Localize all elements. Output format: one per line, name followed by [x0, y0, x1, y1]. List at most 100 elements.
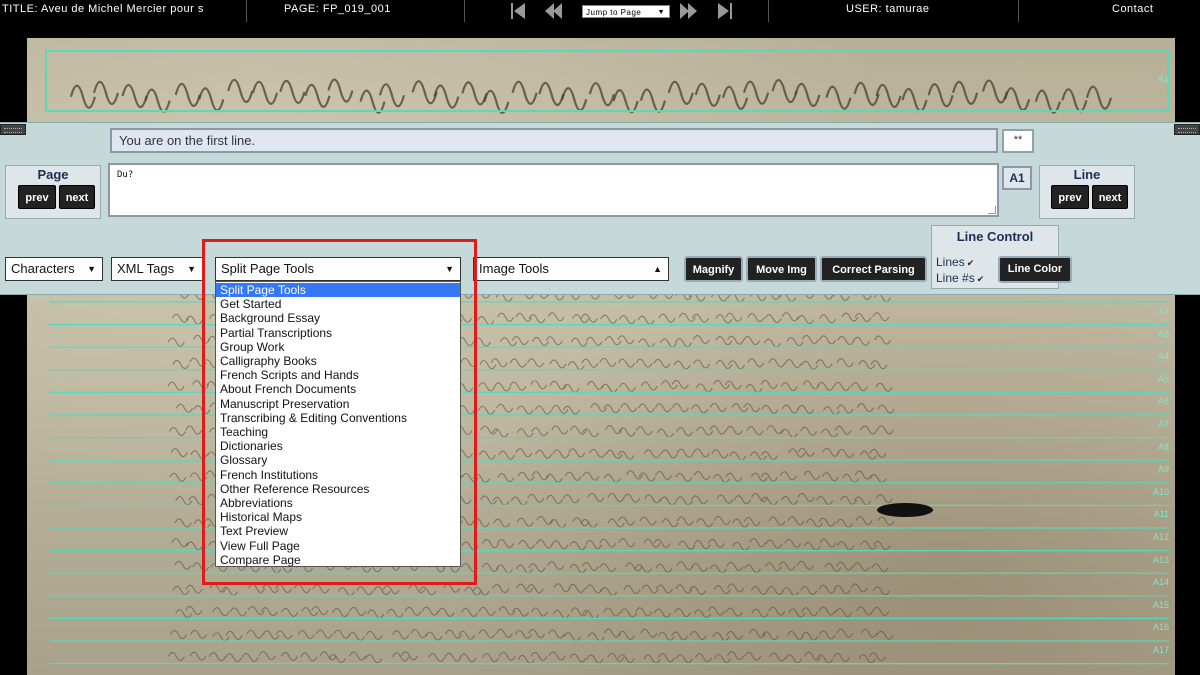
handwriting-stroke — [745, 383, 763, 393]
handwriting-stroke — [854, 496, 871, 506]
dropdown-option[interactable]: Other Reference Resources — [216, 482, 460, 496]
star-button[interactable]: ** — [1002, 129, 1034, 153]
dropdown-option[interactable]: Partial Transcriptions — [216, 326, 460, 340]
checkmark-icon[interactable]: ✔ — [977, 274, 985, 284]
dropdown-option[interactable]: Glossary — [216, 453, 460, 467]
handwriting-stroke — [229, 607, 247, 617]
handwriting-stroke — [747, 313, 765, 323]
handwriting-stroke — [169, 472, 187, 482]
dropdown-option[interactable]: Split Page Tools — [216, 283, 460, 297]
dropdown-option[interactable]: French Scripts and Hands — [216, 368, 460, 382]
handwriting-stroke — [617, 450, 635, 460]
xml-tags-select[interactable]: XML Tags ▼ — [111, 257, 203, 281]
panel-drag-handle-left[interactable] — [0, 124, 26, 135]
jump-to-page-select[interactable]: Jump to Page ▼ — [582, 5, 670, 18]
handwriting-stroke — [514, 629, 532, 639]
image-tools-select[interactable]: Image Tools ▲ — [473, 257, 669, 281]
handwriting-stroke — [660, 338, 678, 348]
dropdown-option[interactable]: Text Preview — [216, 524, 460, 538]
ink-blot — [877, 503, 933, 517]
dropdown-option[interactable]: Background Essay — [216, 311, 460, 325]
dropdown-option[interactable]: Dictionaries — [216, 439, 460, 453]
line-color-button[interactable]: Line Color — [998, 256, 1072, 283]
handwriting-stroke — [815, 359, 833, 369]
contact-link[interactable]: Contact — [1112, 3, 1153, 15]
line-next-button[interactable]: next — [1092, 185, 1128, 209]
dropdown-option[interactable]: Transcribing & Editing Conventions — [216, 411, 460, 425]
handwriting-stroke — [660, 380, 678, 390]
first-page-icon[interactable] — [509, 1, 527, 21]
handwriting-stroke — [749, 451, 767, 461]
dropdown-option[interactable]: Abbreviations — [216, 496, 460, 510]
line-number-label: A10 — [1152, 486, 1169, 497]
split-page-tools-dropdown: Split Page Tools Get Started Background Es… — [215, 281, 461, 567]
handwriting-stroke — [784, 538, 802, 548]
handwriting-stroke — [532, 336, 550, 347]
handwriting-stroke — [691, 495, 709, 505]
handwriting-stroke — [732, 518, 750, 528]
dropdown-option[interactable]: Manuscript Preservation — [216, 397, 460, 411]
handwriting-stroke — [545, 473, 563, 483]
dropdown-option[interactable]: About French Documents — [216, 382, 460, 396]
handwriting-stroke — [726, 630, 744, 640]
handwriting-stroke — [460, 357, 478, 367]
handwriting-stroke — [743, 516, 761, 527]
page-prev-button[interactable]: prev — [18, 185, 56, 209]
line-number-label: A11 — [1153, 509, 1169, 520]
handwriting-stroke — [192, 562, 210, 572]
panel-drag-handle-right[interactable] — [1174, 124, 1200, 135]
checkmark-icon[interactable]: ✔ — [967, 258, 975, 268]
split-page-tools-select[interactable]: Split Page Tools ▼ — [215, 257, 461, 281]
handwriting-stroke — [545, 336, 563, 346]
characters-select[interactable]: Characters ▼ — [5, 257, 103, 281]
handwriting-stroke — [167, 381, 185, 391]
line-numbers-toggle[interactable]: Line #s ✔ — [936, 271, 984, 285]
handwriting-stroke — [693, 359, 711, 369]
handwriting-stroke — [516, 405, 534, 415]
dropdown-option[interactable]: French Institutions — [216, 468, 460, 482]
handwriting-stroke — [600, 314, 618, 324]
handwriting-stroke — [734, 495, 752, 505]
handwriting-stroke — [569, 653, 587, 663]
handwriting-stroke — [518, 539, 536, 550]
dropdown-option[interactable]: Group Work — [216, 340, 460, 354]
handwriting-stroke — [653, 538, 671, 548]
handwriting-stroke — [801, 360, 819, 370]
handwriting-stroke — [779, 471, 797, 481]
dropdown-option[interactable]: Compare Page — [216, 553, 460, 567]
handwriting-stroke — [850, 583, 868, 593]
handwriting-stroke — [715, 359, 733, 370]
correct-parsing-button[interactable]: Correct Parsing — [820, 256, 927, 282]
handwriting-stroke — [517, 654, 535, 665]
transcription-textarea[interactable]: Du? — [108, 163, 999, 217]
dropdown-option[interactable]: Teaching — [216, 425, 460, 439]
handwriting-stroke — [786, 630, 804, 640]
dropdown-option[interactable]: Calligraphy Books — [216, 354, 460, 368]
handwriting-stroke — [275, 630, 293, 640]
page-next-button[interactable]: next — [59, 185, 95, 209]
dropdown-option[interactable]: View Full Page — [216, 539, 460, 553]
handwriting-stroke — [185, 315, 203, 325]
dropdown-option[interactable]: Get Started — [216, 297, 460, 311]
dropdown-option[interactable]: Historical Maps — [216, 510, 460, 524]
move-img-button[interactable]: Move Img — [746, 256, 817, 282]
handwriting-stroke — [603, 473, 621, 483]
next-page-icon[interactable] — [680, 1, 698, 21]
handwriting-stroke — [716, 494, 734, 504]
handwriting-stroke — [586, 654, 604, 664]
handwriting-stroke — [877, 516, 895, 526]
handwriting-stroke — [643, 538, 661, 548]
handwriting-stroke — [640, 628, 658, 638]
line-prev-button[interactable]: prev — [1051, 185, 1089, 209]
previous-page-icon[interactable] — [544, 1, 562, 21]
handwriting-stroke — [386, 608, 404, 618]
handwriting-stroke — [167, 337, 185, 347]
magnify-button[interactable]: Magnify — [684, 256, 743, 282]
handwriting-stroke — [461, 562, 479, 573]
resize-handle[interactable] — [988, 206, 996, 214]
last-page-icon[interactable] — [716, 1, 734, 21]
handwriting-stroke — [837, 541, 855, 551]
lines-toggle[interactable]: Lines ✔ — [936, 255, 974, 269]
handwriting-stroke — [509, 381, 527, 391]
handwriting-stroke — [852, 336, 870, 346]
